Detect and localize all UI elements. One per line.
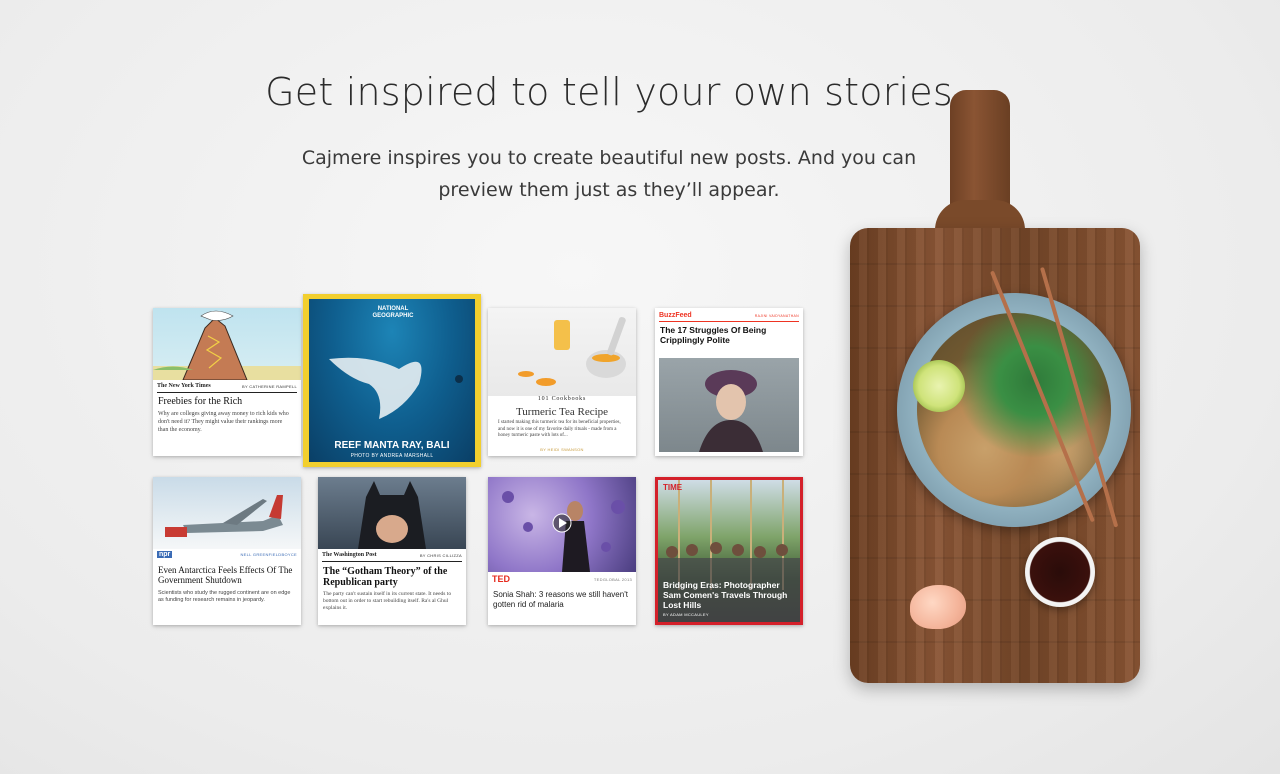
publisher-logo: TED (492, 574, 510, 584)
byline: RAJINI VAIDYANATHAN (754, 313, 799, 318)
card-excerpt: Scientists who study the rugged continen… (158, 590, 291, 603)
story-card-ted[interactable]: TED TEDGLOBAL 2013 Sonia Shah: 3 reasons… (488, 477, 636, 625)
story-card-npr[interactable]: npr NELL GREENFIELDBOYCE Even Antarctica… (153, 477, 301, 625)
card-headline: REEF MANTA RAY, BALI (334, 440, 450, 451)
story-card-buzzfeed[interactable]: BuzzFeed RAJINI VAIDYANATHAN The 17 Stru… (655, 308, 803, 456)
ted-talk-photo (488, 477, 636, 572)
card-headline: The “Gotham Theory” of the Republican pa… (323, 566, 448, 588)
event-label: TEDGLOBAL 2013 (593, 576, 632, 582)
publisher-logo: The New York Times (157, 383, 211, 389)
card-headline: Bridging Eras: Photographer Sam Comen's … (663, 580, 788, 610)
card-excerpt: I started making this turmeric tea for i… (498, 420, 621, 438)
pickled-ginger (910, 585, 966, 629)
card-excerpt: Why are colleges giving away money to ri… (158, 411, 289, 433)
card-headline: Freebies for the Rich (158, 396, 243, 407)
card-headline: Even Antarctica Feels Effects Of The Gov… (158, 565, 293, 585)
card-headline: The 17 Struggles Of Being Cripplingly Po… (660, 325, 767, 345)
card-excerpt: The party can't sustain itself in its cu… (323, 591, 452, 611)
byline: BY ADAM MCCAULEY (663, 612, 709, 617)
publisher-logo: BuzzFeed (659, 312, 692, 319)
story-card-wapo[interactable]: The Washington Post BY CHRIS CILLIZZA Th… (318, 477, 466, 625)
story-card-cookbooks[interactable]: 101 Cookbooks Turmeric Tea Recipe I star… (488, 308, 636, 456)
card-headline: Turmeric Tea Recipe (515, 406, 609, 418)
publisher-logo: 101 Cookbooks (537, 396, 587, 402)
maggie-smith-photo (659, 358, 799, 452)
publisher-logo: NATIONAL GEOGRAPHIC (372, 306, 414, 319)
byline: BY CATHERINE RAMPELL (242, 383, 297, 389)
story-card-natgeo[interactable]: NATIONAL GEOGRAPHIC REEF MANTA RAY, BALI… (303, 294, 481, 467)
soy-sauce-dish (1025, 537, 1095, 607)
byline: BY HEIDI SWANSON (540, 447, 584, 452)
hero-title: Get inspired to tell your own stories (265, 70, 953, 114)
photo-credit: PHOTO BY ANDREA MARSHALL (350, 453, 434, 459)
publisher-logo: TIME (663, 483, 683, 492)
mountain-illustration (153, 308, 301, 380)
story-card-time[interactable]: TIME Bridging Eras: Photographer Sam Com… (655, 477, 803, 625)
publisher-logo: npr (157, 551, 173, 558)
lime-slice (913, 360, 965, 412)
batman-photo (318, 477, 466, 549)
card-headline: Sonia Shah: 3 reasons we still haven't g… (493, 590, 628, 609)
hero-subtitle: Cajmere inspires you to create beautiful… (301, 147, 917, 201)
antarctica-plane-photo (153, 477, 301, 549)
turmeric-photo (488, 308, 636, 396)
publisher-logo: The Washington Post (322, 552, 377, 558)
byline: BY CHRIS CILLIZZA (419, 552, 462, 558)
story-card-nyt[interactable]: The New York Times BY CATHERINE RAMPELL … (153, 308, 301, 456)
byline: NELL GREENFIELDBOYCE (240, 552, 297, 557)
manta-ray-photo (309, 299, 475, 462)
